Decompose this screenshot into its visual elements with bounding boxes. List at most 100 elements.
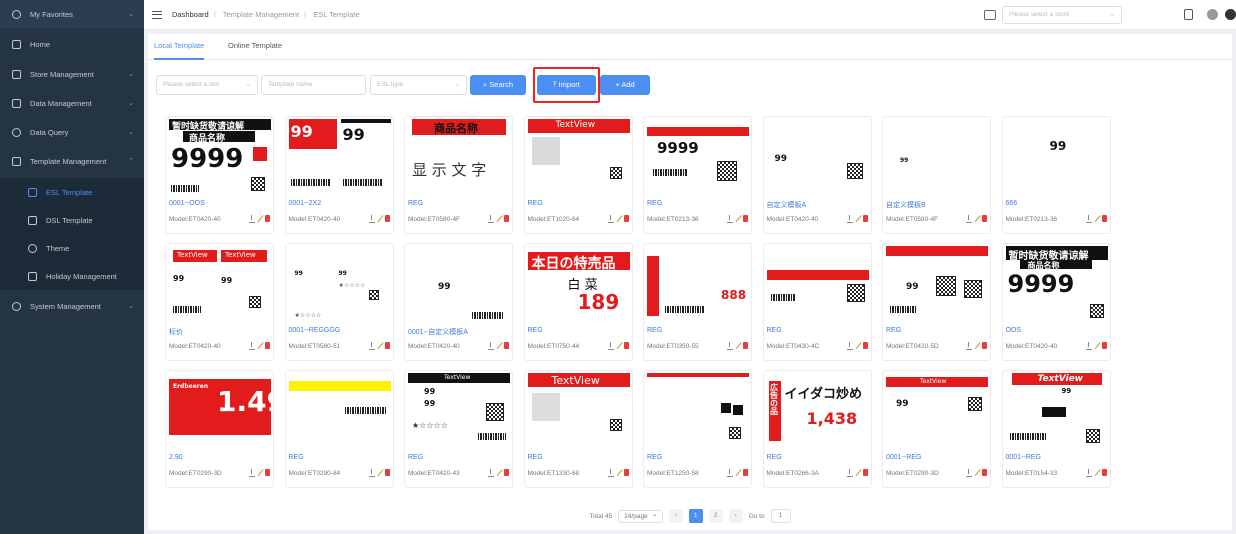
template-name[interactable]: REG: [767, 454, 782, 461]
template-card[interactable]: 99 0001--自定义模板A Model:ET0420-40: [404, 243, 513, 361]
template-thumbnail[interactable]: TextView TextView 99 99: [169, 246, 271, 326]
template-name[interactable]: REG: [886, 327, 901, 334]
template-name[interactable]: 0001--2X2: [289, 200, 322, 207]
template-name[interactable]: 标价: [169, 327, 183, 337]
template-thumbnail[interactable]: 広告の品 イイダコ炒め 1,438: [766, 373, 869, 453]
template-name[interactable]: REG: [647, 454, 662, 461]
avatar[interactable]: [1225, 9, 1236, 20]
template-thumbnail[interactable]: 本日の特売品白 菜 189: [527, 246, 630, 326]
delete-icon[interactable]: [743, 469, 748, 476]
sidebar-item-dsl-template[interactable]: DSL Template: [0, 206, 144, 234]
template-card[interactable]: 99 99 ★☆☆☆☆ ★☆☆☆☆ 0001--REGGGG Model:ET0580…: [284, 243, 394, 361]
edit-icon[interactable]: [974, 215, 982, 223]
template-name[interactable]: REG: [289, 454, 304, 461]
download-icon[interactable]: [249, 342, 255, 350]
template-card[interactable]: TextView REG Model:ET1020-64: [523, 116, 633, 234]
template-card[interactable]: 99 666 Model:ET0213-36: [1001, 116, 1111, 234]
store-filter-select[interactable]: Please select a stor ⌄: [156, 75, 258, 95]
delete-icon[interactable]: [982, 342, 987, 349]
breadcrumb-item[interactable]: Dashboard: [172, 10, 209, 19]
globe-icon[interactable]: [1207, 9, 1218, 20]
template-card[interactable]: 99 REG Model:ET0420-5D: [882, 243, 991, 361]
template-card[interactable]: 広告の品 イイダコ炒め 1,438 REG Model:ET0266-3A: [762, 370, 872, 488]
template-thumbnail[interactable]: 99: [766, 119, 869, 199]
template-card[interactable]: 商品名称显 示 文 字 REG Model:ET0580-4F: [404, 116, 513, 234]
edit-icon[interactable]: [496, 342, 504, 350]
edit-icon[interactable]: [616, 342, 623, 350]
template-thumbnail[interactable]: 暂时缺货敬请谅解 商品名称 9999: [1005, 246, 1108, 326]
template-name[interactable]: REG: [408, 200, 423, 207]
template-card[interactable]: TextView 99 0001--REG Model:ET0154-33: [1001, 370, 1111, 488]
edit-icon[interactable]: [377, 469, 384, 477]
delete-icon[interactable]: [384, 469, 390, 476]
sidebar-item-theme[interactable]: Theme: [0, 234, 144, 262]
device-icon[interactable]: [1184, 9, 1193, 20]
download-icon[interactable]: [966, 469, 972, 477]
delete-icon[interactable]: [504, 342, 509, 349]
template-thumbnail[interactable]: 暂时缺货敬请谅解 商品名称 9999: [169, 119, 271, 199]
download-icon[interactable]: [368, 469, 375, 477]
next-page-button[interactable]: ›: [728, 509, 743, 523]
download-icon[interactable]: [1085, 469, 1092, 477]
edit-icon[interactable]: [257, 215, 265, 223]
template-card[interactable]: REG Model:ET0290-84: [284, 370, 394, 488]
add-button[interactable]: + Add: [600, 75, 650, 95]
template-thumbnail[interactable]: TextView 99: [1005, 373, 1108, 453]
delete-icon[interactable]: [982, 215, 987, 222]
download-icon[interactable]: [1085, 342, 1092, 350]
template-name[interactable]: OOS: [1006, 327, 1022, 334]
delete-icon[interactable]: [743, 342, 748, 349]
template-thumbnail[interactable]: TextView: [527, 119, 630, 199]
edit-icon[interactable]: [616, 469, 623, 477]
delete-icon[interactable]: [862, 215, 868, 222]
delete-icon[interactable]: [384, 342, 390, 349]
template-card[interactable]: Erdbeeren 1.49 2.90 Model:ET0290-3D: [165, 370, 274, 488]
sidebar-item-data-management[interactable]: Data Management ⌄: [0, 89, 144, 117]
template-card[interactable]: 白 菜 REG Model:ET1250-58: [643, 370, 752, 488]
template-thumbnail[interactable]: 99 99: [288, 119, 391, 199]
edit-icon[interactable]: [377, 215, 384, 223]
template-name[interactable]: REG: [408, 454, 423, 461]
template-thumbnail[interactable]: 白 菜: [647, 373, 749, 453]
download-icon[interactable]: [966, 215, 972, 223]
sidebar-item-holiday-management[interactable]: Holiday Management: [0, 262, 144, 290]
template-thumbnail[interactable]: [288, 373, 391, 453]
edit-icon[interactable]: [1094, 215, 1101, 223]
template-thumbnail[interactable]: 99 99 ★☆☆☆☆ ★☆☆☆☆: [288, 246, 391, 326]
template-name[interactable]: REG: [647, 200, 662, 207]
edit-icon[interactable]: [377, 342, 384, 350]
sidebar-item-template-management[interactable]: Template Management ⌃: [0, 147, 144, 175]
sidebar-item-my-favorites[interactable]: My Favorites ⌄: [0, 0, 144, 28]
template-thumbnail[interactable]: TextView: [527, 373, 630, 453]
template-card[interactable]: 99 自定义模板B Model:ET0580-4F: [882, 116, 991, 234]
download-icon[interactable]: [607, 469, 614, 477]
template-thumbnail[interactable]: TextView 99: [886, 373, 988, 453]
search-button[interactable]: ⌕ Search: [470, 75, 526, 95]
template-name[interactable]: REG: [528, 200, 543, 207]
edit-icon[interactable]: [257, 469, 265, 477]
template-card[interactable]: 99 自定义模板A Model:ET0420-40: [762, 116, 872, 234]
edit-icon[interactable]: [616, 215, 623, 223]
edit-icon[interactable]: [735, 469, 743, 477]
template-thumbnail[interactable]: [766, 246, 869, 326]
template-name[interactable]: 自定义模板B: [886, 200, 926, 210]
delete-icon[interactable]: [1101, 469, 1107, 476]
delete-icon[interactable]: [862, 469, 868, 476]
delete-icon[interactable]: [623, 469, 629, 476]
tab-local-template[interactable]: Local Template: [154, 34, 205, 60]
template-name[interactable]: 0001--REGGGG: [289, 327, 341, 334]
template-name[interactable]: REG: [528, 327, 543, 334]
sidebar-item-store-management[interactable]: Store Management ⌄: [0, 60, 144, 88]
breadcrumb-item[interactable]: Template Management: [223, 10, 299, 19]
delete-icon[interactable]: [504, 469, 509, 476]
delete-icon[interactable]: [623, 215, 629, 222]
tab-online-template[interactable]: Online Template: [228, 34, 282, 60]
edit-icon[interactable]: [855, 215, 862, 223]
edit-icon[interactable]: [735, 342, 743, 350]
edit-icon[interactable]: [257, 342, 265, 350]
esl-type-select[interactable]: ESL type ⌄: [370, 75, 467, 95]
download-icon[interactable]: [249, 215, 255, 223]
download-icon[interactable]: [846, 215, 853, 223]
download-icon[interactable]: [1085, 215, 1092, 223]
template-card[interactable]: TextView 99 99 ★☆☆☆☆ REG Model:ET0420-43: [404, 370, 513, 488]
